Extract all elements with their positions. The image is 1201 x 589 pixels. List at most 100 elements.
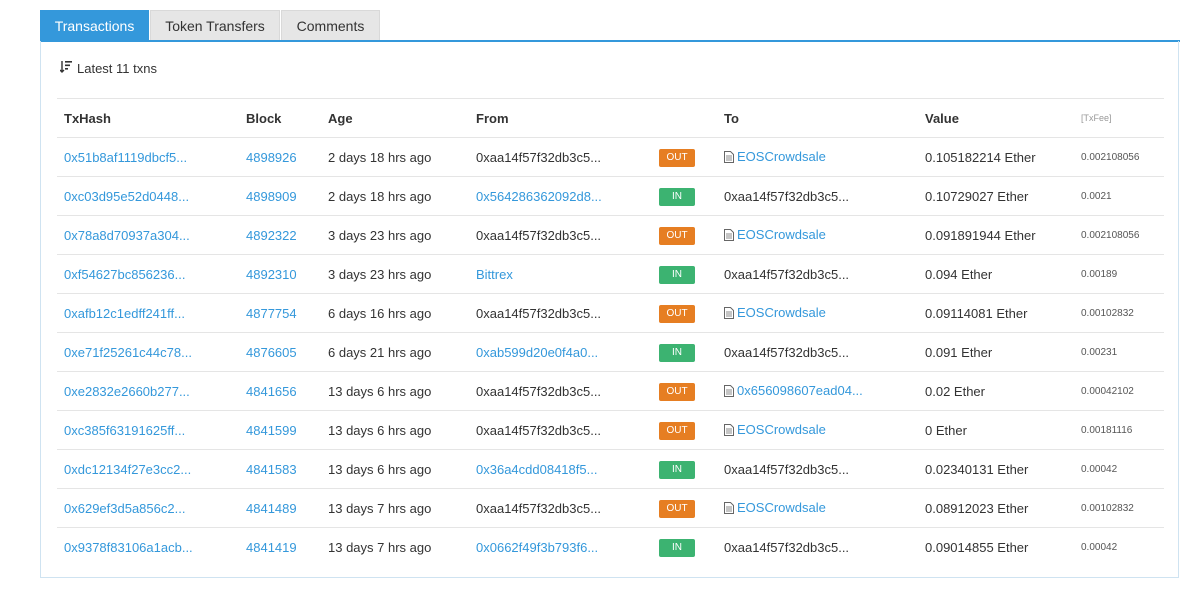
from-address[interactable]: 0xab599d20e0f4a0... — [476, 345, 598, 360]
age-text: 6 days 21 hrs ago — [328, 344, 432, 360]
direction-badge: OUT — [659, 304, 695, 323]
header-to: To — [717, 98, 918, 138]
value-text: 0.10729027 Ether — [925, 188, 1029, 204]
tab-token-transfers[interactable]: Token Transfers — [150, 10, 280, 40]
direction-badge: OUT — [659, 382, 695, 401]
txfee-text: 0.00042 — [1081, 463, 1118, 475]
direction-badge: OUT — [659, 421, 695, 440]
value-text: 0.105182214 Ether — [925, 149, 1036, 165]
txhash-link[interactable]: 0xf54627bc856236... — [64, 267, 185, 282]
header-from: From — [469, 98, 652, 138]
to-address[interactable]: 0x656098607ead04... — [737, 383, 863, 398]
age-text: 2 days 18 hrs ago — [328, 188, 432, 204]
age-text: 3 days 23 hrs ago — [328, 227, 432, 243]
table-row: 0x78a8d70937a304... 4892322 3 days 23 hrs … — [57, 215, 1164, 255]
direction-badge: OUT — [659, 226, 695, 245]
table-row: 0xdc12134f27e3cc2... 4841583 13 days 6 hrs… — [57, 449, 1164, 489]
tab-transactions[interactable]: Transactions — [40, 10, 149, 40]
age-text: 13 days 6 hrs ago — [328, 422, 432, 438]
txhash-link[interactable]: 0xc03d95e52d0448... — [64, 189, 189, 204]
direction-badge: IN — [659, 538, 695, 557]
header-txfee: [TxFee] — [1074, 98, 1164, 138]
from-address[interactable]: 0x0662f49f3b793f6... — [476, 540, 598, 555]
contract-icon — [724, 501, 734, 517]
table-row: 0xf54627bc856236... 4892310 3 days 23 hrs … — [57, 254, 1164, 294]
to-address[interactable]: EOSCrowdsale — [737, 305, 826, 320]
table-header-row: TxHash Block Age From To Value [TxFee] — [57, 98, 1164, 138]
to-address[interactable]: EOSCrowdsale — [737, 227, 826, 242]
to-address: 0xaa14f57f32db3c5... — [724, 539, 850, 555]
txhash-link[interactable]: 0x51b8af1119dbcf5... — [64, 150, 187, 165]
direction-badge: IN — [659, 187, 695, 206]
transactions-table: TxHash Block Age From To Value [TxFee] 0… — [57, 98, 1164, 566]
age-text: 3 days 23 hrs ago — [328, 266, 432, 282]
value-text: 0.02340131 Ether — [925, 461, 1029, 477]
direction-badge: OUT — [659, 499, 695, 518]
contract-icon — [724, 423, 734, 439]
txfee-text: 0.00231 — [1081, 346, 1118, 358]
from-address: 0xaa14f57f32db3c5... — [476, 149, 602, 165]
header-txhash: TxHash — [57, 98, 239, 138]
value-text: 0 Ether — [925, 422, 967, 438]
table-row: 0xafb12c1edff241ff... 4877754 6 days 16 hr… — [57, 293, 1164, 333]
block-link[interactable]: 4841599 — [246, 423, 297, 438]
header-age: Age — [321, 98, 469, 138]
txhash-link[interactable]: 0xc385f63191625ff... — [64, 423, 185, 438]
value-text: 0.094 Ether — [925, 266, 993, 282]
age-text: 13 days 6 hrs ago — [328, 383, 432, 399]
from-address[interactable]: 0x36a4cdd08418f5... — [476, 462, 597, 477]
block-link[interactable]: 4892322 — [246, 228, 297, 243]
latest-count-label: Latest 11 txns — [77, 60, 157, 76]
txhash-link[interactable]: 0xe2832e2660b277... — [64, 384, 190, 399]
from-address: 0xaa14f57f32db3c5... — [476, 500, 602, 516]
value-text: 0.02 Ether — [925, 383, 985, 399]
value-text: 0.09114081 Ether — [925, 305, 1028, 321]
to-address: 0xaa14f57f32db3c5... — [724, 266, 850, 282]
value-text: 0.091 Ether — [925, 344, 993, 360]
to-address[interactable]: EOSCrowdsale — [737, 149, 826, 164]
txfee-text: 0.00042102 — [1081, 385, 1134, 397]
contract-icon — [724, 150, 734, 166]
tab-comments[interactable]: Comments — [281, 10, 380, 40]
value-text: 0.091891944 Ether — [925, 227, 1036, 243]
txhash-link[interactable]: 0xe71f25261c44c78... — [64, 345, 192, 360]
txhash-link[interactable]: 0xdc12134f27e3cc2... — [64, 462, 191, 477]
block-link[interactable]: 4841489 — [246, 501, 297, 516]
contract-icon — [724, 228, 734, 244]
block-link[interactable]: 4841419 — [246, 540, 297, 555]
block-link[interactable]: 4841583 — [246, 462, 297, 477]
direction-badge: IN — [659, 460, 695, 479]
from-address[interactable]: Bittrex — [476, 267, 513, 282]
txfee-text: 0.00042 — [1081, 541, 1118, 553]
block-link[interactable]: 4898926 — [246, 150, 297, 165]
from-address: 0xaa14f57f32db3c5... — [476, 383, 602, 399]
table-row: 0x51b8af1119dbcf5... 4898926 2 days 18 hrs… — [57, 137, 1164, 177]
txfee-text: 0.002108056 — [1081, 151, 1140, 163]
from-address: 0xaa14f57f32db3c5... — [476, 227, 602, 243]
tab-bar: Transactions Token Transfers Comments — [40, 10, 1180, 42]
table-body: 0x51b8af1119dbcf5... 4898926 2 days 18 hrs… — [57, 137, 1164, 567]
txfee-text: 0.00102832 — [1081, 502, 1134, 514]
txfee-text: 0.0021 — [1081, 190, 1112, 202]
table-row: 0xc385f63191625ff... 4841599 13 days 6 hrs… — [57, 410, 1164, 450]
latest-summary: Latest 11 txns — [59, 60, 157, 76]
block-link[interactable]: 4841656 — [246, 384, 297, 399]
to-address: 0xaa14f57f32db3c5... — [724, 188, 850, 204]
txfee-text: 0.002108056 — [1081, 229, 1140, 241]
to-address: 0xaa14f57f32db3c5... — [724, 344, 850, 360]
to-address[interactable]: EOSCrowdsale — [737, 500, 826, 515]
contract-icon — [724, 306, 734, 322]
block-link[interactable]: 4877754 — [246, 306, 297, 321]
table-row: 0xc03d95e52d0448... 4898909 2 days 18 hrs … — [57, 176, 1164, 216]
from-address[interactable]: 0x564286362092d8... — [476, 189, 602, 204]
txhash-link[interactable]: 0x9378f83106a1acb... — [64, 540, 193, 555]
block-link[interactable]: 4892310 — [246, 267, 297, 282]
txhash-link[interactable]: 0xafb12c1edff241ff... — [64, 306, 185, 321]
to-address[interactable]: EOSCrowdsale — [737, 422, 826, 437]
age-text: 13 days 7 hrs ago — [328, 539, 432, 555]
block-link[interactable]: 4876605 — [246, 345, 297, 360]
txhash-link[interactable]: 0x78a8d70937a304... — [64, 228, 190, 243]
txhash-link[interactable]: 0x629ef3d5a856c2... — [64, 501, 185, 516]
header-value: Value — [918, 98, 1074, 138]
block-link[interactable]: 4898909 — [246, 189, 297, 204]
